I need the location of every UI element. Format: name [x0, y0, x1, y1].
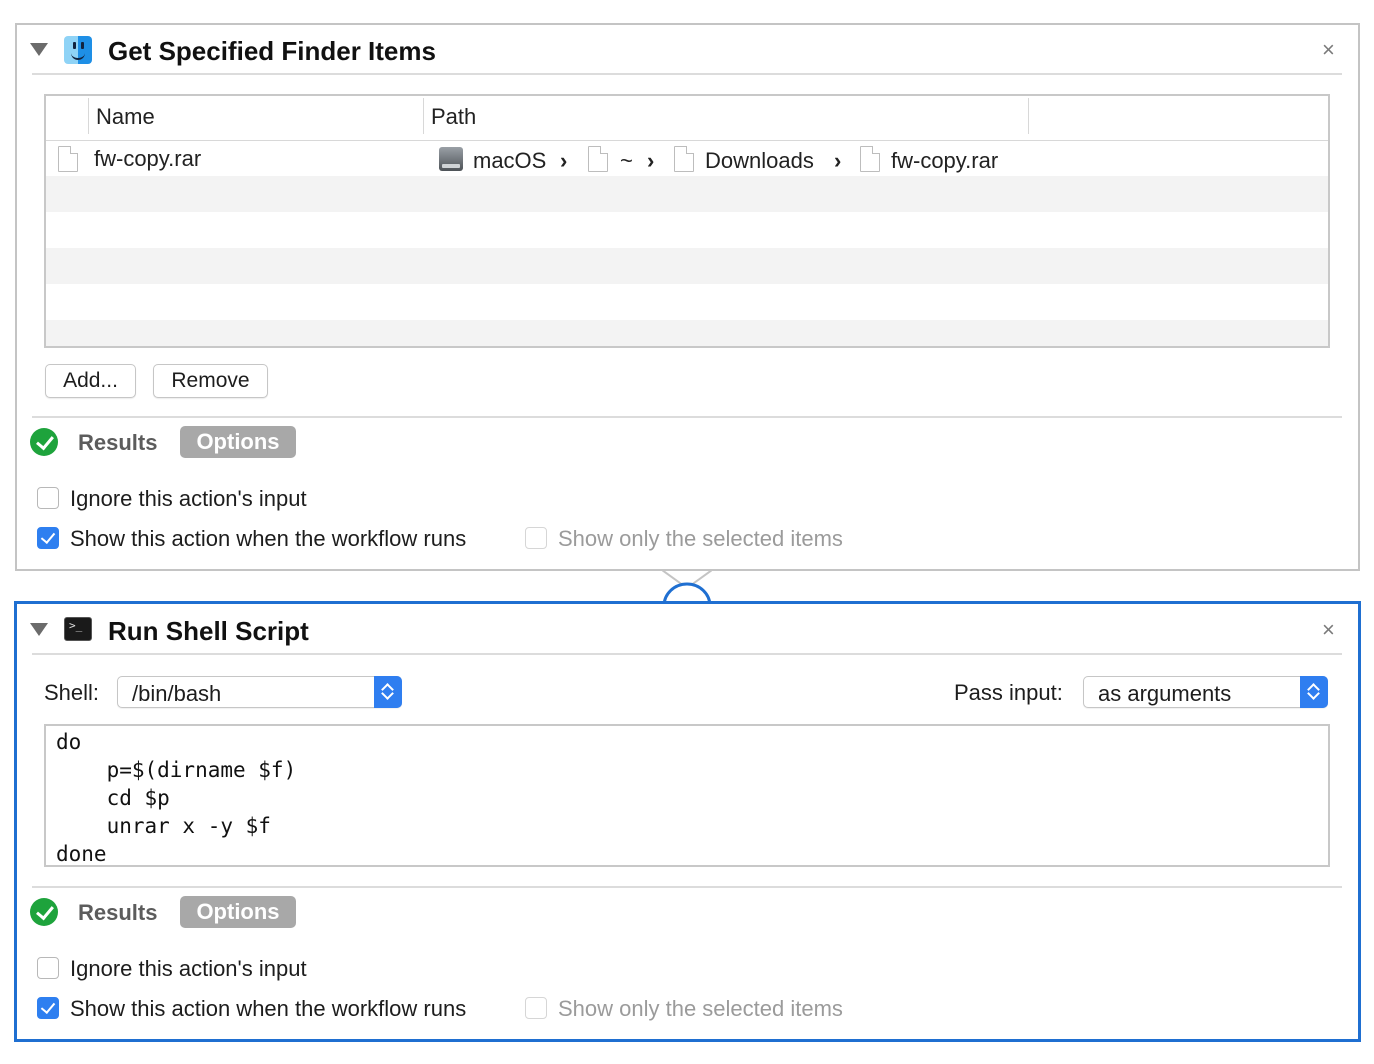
close-icon[interactable]: ×	[1322, 39, 1335, 61]
ignore-input-label: Ignore this action's input	[70, 956, 307, 981]
remove-button[interactable]: Remove	[153, 364, 268, 398]
finder-items-table[interactable]: Name Path fw-copy.rar macOS › ~ › Downlo…	[44, 94, 1330, 348]
finder-icon	[64, 36, 92, 64]
show-when-runs-checkbox[interactable]	[37, 997, 59, 1019]
pass-input-label: Pass input:	[954, 680, 1063, 705]
tab-options[interactable]: Options	[180, 896, 296, 928]
action-title: Run Shell Script	[108, 616, 309, 646]
show-only-selected-checkbox[interactable]	[525, 997, 547, 1019]
disclosure-triangle-icon[interactable]	[30, 623, 48, 636]
table-header: Name Path	[46, 96, 1328, 141]
divider	[32, 653, 1342, 655]
add-button[interactable]: Add...	[45, 364, 136, 398]
table-row-empty	[46, 248, 1328, 284]
divider	[32, 886, 1342, 888]
pass-input-value: as arguments	[1098, 681, 1232, 706]
document-icon	[58, 146, 78, 172]
shell-popup[interactable]: /bin/bash	[117, 676, 402, 708]
terminal-icon: >_	[64, 617, 92, 641]
show-only-selected-label: Show only the selected items	[558, 996, 843, 1021]
success-check-icon	[30, 898, 58, 926]
document-icon	[860, 146, 880, 172]
ignore-input-label: Ignore this action's input	[70, 486, 307, 511]
table-row-empty	[46, 320, 1328, 346]
pass-input-popup[interactable]: as arguments	[1083, 676, 1328, 708]
chevron-right-icon: ›	[560, 148, 568, 173]
divider	[32, 416, 1342, 418]
popup-arrows-icon	[374, 676, 402, 708]
show-only-selected-label: Show only the selected items	[558, 526, 843, 551]
chevron-right-icon: ›	[647, 148, 655, 173]
script-editor[interactable]: do p=$(dirname $f) cd $p unrar x -y $f d…	[44, 724, 1330, 867]
tab-results[interactable]: Results	[78, 430, 157, 456]
column-separator	[1028, 98, 1029, 134]
divider	[32, 73, 1342, 75]
shell-label: Shell:	[44, 680, 100, 705]
show-when-runs-checkbox[interactable]	[37, 527, 59, 549]
row-name: fw-copy.rar	[94, 146, 202, 171]
folder-icon	[674, 146, 694, 172]
hard-disk-icon	[439, 147, 463, 171]
popup-arrows-icon	[1300, 676, 1328, 708]
table-row-empty	[46, 176, 1328, 212]
path-component: macOS	[473, 148, 547, 173]
path-component: ~	[620, 148, 633, 173]
script-text[interactable]: do p=$(dirname $f) cd $p unrar x -y $f d…	[56, 728, 296, 865]
path-component: fw-copy.rar	[891, 148, 999, 173]
ignore-input-checkbox[interactable]	[37, 957, 59, 979]
tab-results[interactable]: Results	[78, 900, 157, 926]
show-when-runs-label: Show this action when the workflow runs	[70, 996, 467, 1021]
column-separator	[88, 98, 89, 134]
shell-value: /bin/bash	[132, 681, 222, 706]
chevron-right-icon: ›	[834, 148, 842, 173]
folder-icon	[588, 146, 608, 172]
show-when-runs-label: Show this action when the workflow runs	[70, 526, 467, 551]
column-separator	[423, 98, 424, 134]
path-component: Downloads	[705, 148, 814, 173]
show-only-selected-checkbox[interactable]	[525, 527, 547, 549]
ignore-input-checkbox[interactable]	[37, 487, 59, 509]
tab-options[interactable]: Options	[180, 426, 296, 458]
column-header-path[interactable]: Path	[431, 104, 476, 130]
close-icon[interactable]: ×	[1322, 619, 1335, 641]
action-title: Get Specified Finder Items	[108, 36, 436, 66]
success-check-icon	[30, 428, 58, 456]
disclosure-triangle-icon[interactable]	[30, 43, 48, 56]
column-header-name[interactable]: Name	[96, 104, 155, 130]
